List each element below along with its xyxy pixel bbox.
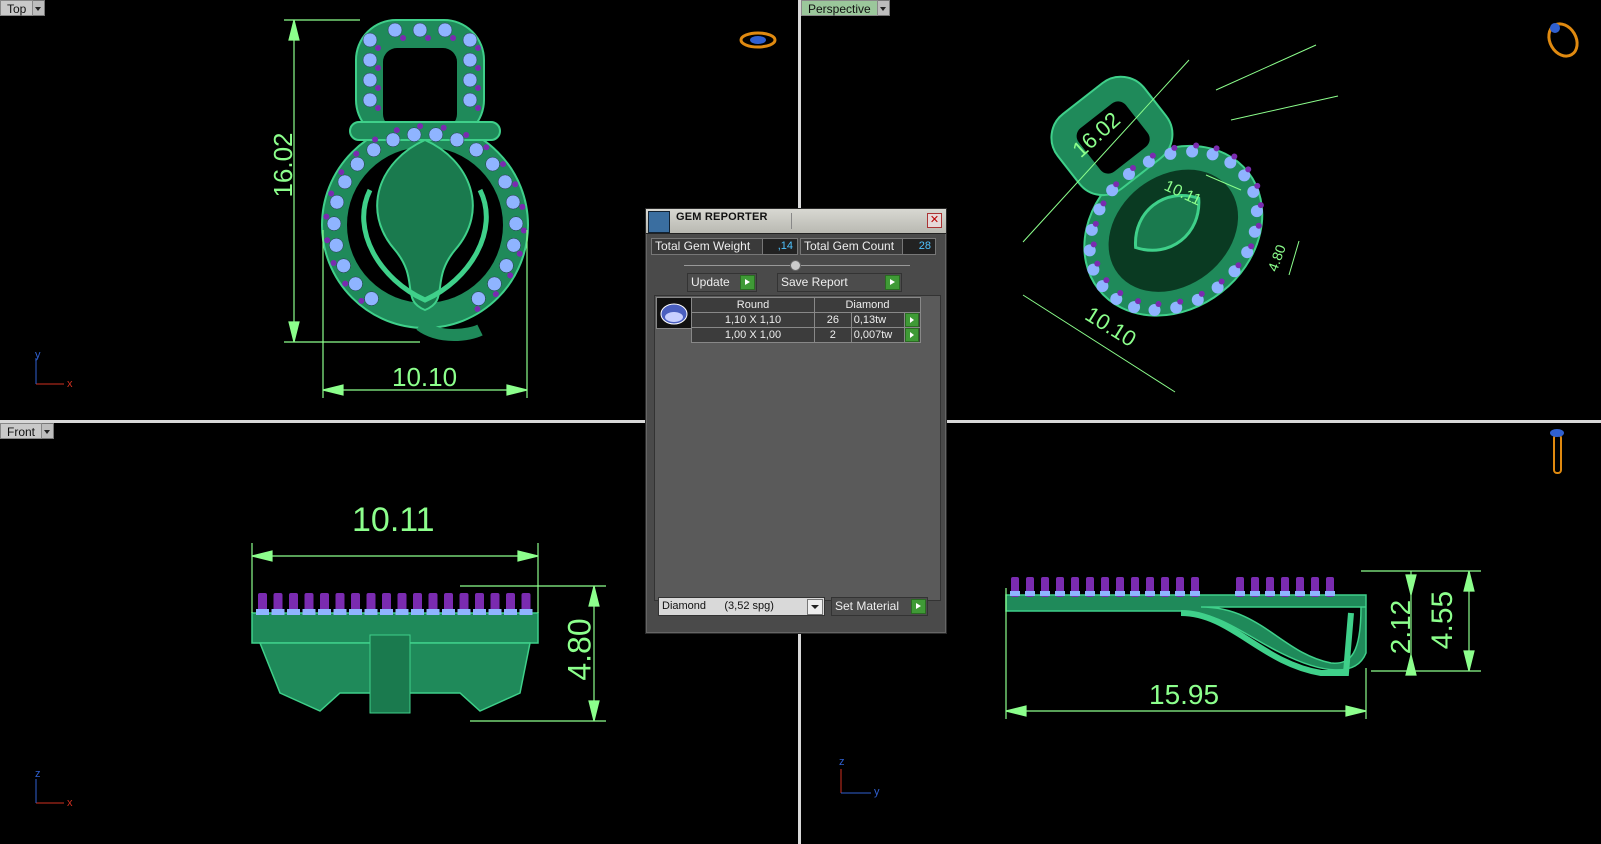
save-report-play-icon[interactable]	[885, 275, 900, 290]
front-dim-width: 10.11	[352, 501, 435, 539]
viewport-top-dropdown-icon[interactable]	[33, 0, 46, 16]
ring-side-icon[interactable]	[1550, 429, 1564, 474]
save-report-button-label: Save Report	[781, 275, 848, 289]
material-select-value: Diamond (3,52 spg)	[662, 600, 774, 612]
save-report-button[interactable]: Save Report	[777, 273, 902, 292]
col-material: Diamond	[814, 297, 921, 313]
set-material-button[interactable]: Set Material	[831, 597, 928, 616]
total-gem-count-field[interactable]: 28	[902, 238, 936, 255]
ring-top-icon[interactable]	[739, 31, 777, 49]
front-prongs	[256, 593, 533, 615]
viewport-perspective-tab[interactable]: Perspective	[801, 0, 890, 16]
front-axis-x: x	[67, 797, 73, 809]
viewport-front-label: Front	[0, 423, 43, 439]
set-material-play-icon[interactable]	[911, 599, 926, 614]
viewport-perspective-dropdown-icon[interactable]	[877, 0, 890, 16]
ring-perspective-icon[interactable]	[1543, 19, 1583, 61]
top-axis-y: y	[35, 349, 41, 361]
top-dim-width: 10.10	[392, 362, 458, 392]
front-dim-height: 4.80	[561, 618, 598, 681]
row-select-icon[interactable]	[905, 313, 920, 327]
viewport-top-tab[interactable]: Top	[0, 0, 46, 16]
gem-reporter-dialog: GEM REPORTER ✕ Total Gem Weight ,14 Tota…	[645, 208, 947, 634]
right-dim-2-12: 2.12	[1385, 599, 1416, 655]
gem-list-panel[interactable]: Round Diamond 1,10 X 1,10 26 0,13tw 1,00…	[654, 295, 941, 601]
viewport-top-label: Top	[0, 0, 34, 16]
viewport-front-dropdown-icon[interactable]	[42, 423, 55, 439]
gem-reporter-app-icon	[648, 211, 670, 233]
gem-reporter-title: GEM REPORTER	[676, 211, 768, 223]
row-select-icon[interactable]	[905, 328, 920, 342]
right-dim-length: 15.95	[1149, 679, 1220, 710]
material-select[interactable]: Diamond (3,52 spg)	[658, 597, 825, 616]
total-gem-weight-field[interactable]: ,14	[762, 238, 798, 255]
front-axis-z: z	[35, 768, 41, 780]
gem-count: 26	[814, 312, 852, 328]
right-prongs	[1010, 577, 1335, 597]
gem-weight: 0,007tw	[850, 327, 906, 343]
update-play-icon[interactable]	[740, 275, 755, 290]
right-axis-y: y	[874, 786, 880, 798]
gem-table-header: Round Diamond	[691, 297, 921, 313]
gem-table: Round Diamond 1,10 X 1,10 26 0,13tw 1,00…	[691, 297, 921, 343]
chevron-down-icon[interactable]	[807, 599, 823, 615]
gem-weight: 0,13tw	[850, 312, 906, 328]
update-button-label: Update	[691, 275, 730, 289]
col-shape: Round	[691, 297, 815, 313]
gem-count: 2	[814, 327, 852, 343]
set-material-button-label: Set Material	[835, 599, 900, 613]
gem-size: 1,00 X 1,00	[691, 327, 815, 343]
table-row[interactable]: 1,00 X 1,00 2 0,007tw	[691, 327, 921, 343]
collapse-knob-icon[interactable]	[790, 260, 801, 271]
gem-thumbnail[interactable]	[656, 297, 692, 329]
viewport-perspective-label: Perspective	[801, 0, 878, 16]
top-dim-height: 16.02	[268, 132, 298, 198]
titlebar-separator	[791, 213, 792, 229]
table-row[interactable]: 1,10 X 1,10 26 0,13tw	[691, 312, 921, 328]
right-dim-4-55: 4.55	[1426, 590, 1459, 650]
update-button[interactable]: Update	[687, 273, 757, 292]
total-gem-weight-label: Total Gem Weight	[651, 238, 765, 255]
total-gem-count-label: Total Gem Count	[800, 238, 906, 255]
top-axis-x: x	[67, 378, 73, 390]
gem-size: 1,10 X 1,10	[691, 312, 815, 328]
viewport-front-tab[interactable]: Front	[0, 423, 55, 439]
right-axis-z: z	[839, 756, 845, 768]
gem-reporter-titlebar[interactable]: GEM REPORTER ✕	[646, 209, 946, 234]
close-icon[interactable]: ✕	[927, 213, 942, 228]
